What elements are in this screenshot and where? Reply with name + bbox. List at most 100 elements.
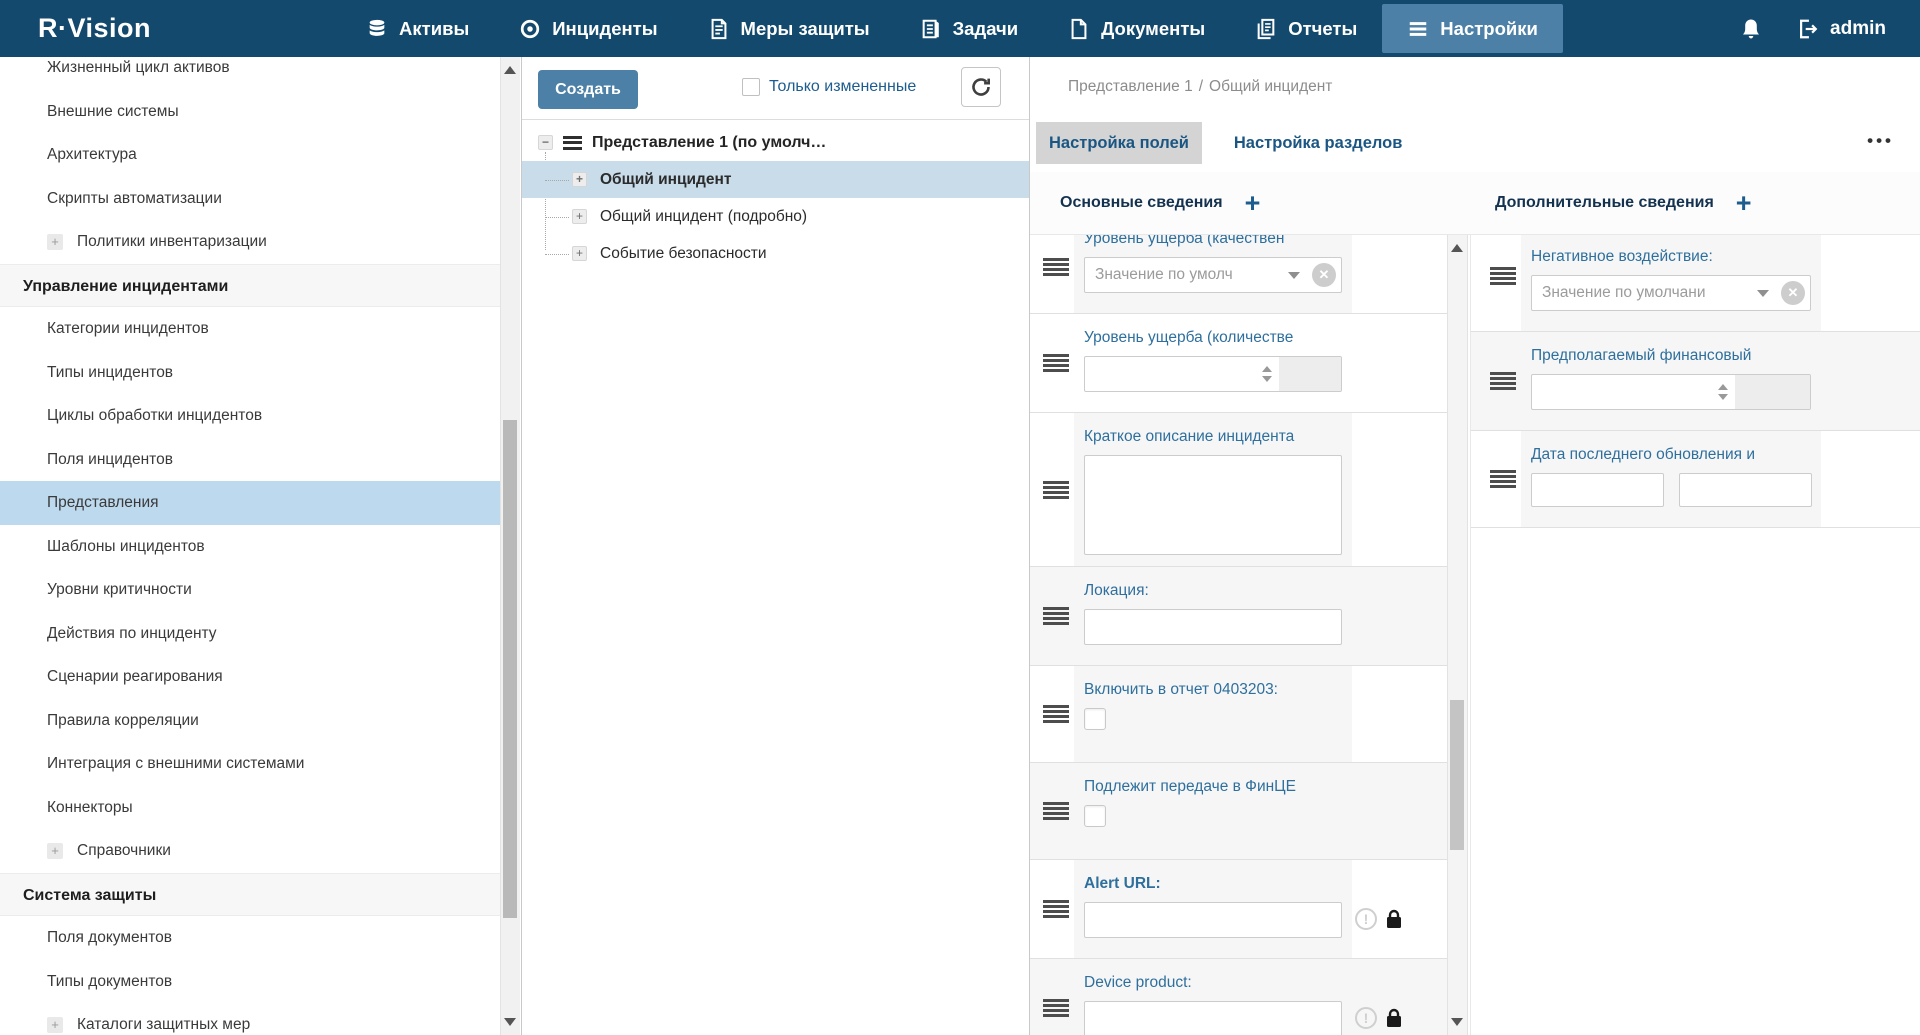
default-value-select[interactable]: Значение по умолчани ✕ [1531,275,1811,311]
clear-value-icon[interactable]: ✕ [1781,281,1805,305]
only-changed-checkbox[interactable] [742,78,760,96]
drag-handle-icon[interactable] [1043,997,1069,1019]
scrollbar-thumb[interactable] [1450,700,1464,850]
refresh-button[interactable] [961,67,1001,107]
notifications-bell-icon[interactable] [1739,17,1763,41]
number-value-input[interactable] [1085,357,1255,391]
expand-plus-icon[interactable]: + [572,209,587,224]
sidebar-item-incident-fields[interactable]: Поля инцидентов [0,438,520,482]
create-button[interactable]: Создать [538,70,638,109]
sidebar-item-incident-cycles[interactable]: Циклы обработки инцидентов [0,394,520,438]
scroll-down-arrow[interactable] [1451,1018,1463,1026]
sidebar-item-document-types[interactable]: Типы документов [0,960,520,1004]
drag-handle-icon[interactable] [1043,479,1069,501]
refresh-icon [969,75,993,99]
sidebar-item-incident-templates[interactable]: Шаблоны инцидентов [0,525,520,569]
number-stepper[interactable] [1255,357,1279,391]
sidebar-section-protection-system[interactable]: Система защиты [0,873,520,917]
step-up-icon[interactable] [1718,384,1728,390]
drag-handle-icon[interactable] [1043,800,1069,822]
scroll-up-arrow[interactable] [504,66,516,74]
step-down-icon[interactable] [1718,394,1728,400]
default-value-select[interactable]: Значение по умолч ✕ [1084,257,1342,293]
sidebar-item-protection-catalogs[interactable]: + Каталоги защитных мер [0,1003,520,1035]
number-input[interactable] [1084,356,1342,392]
add-field-plus-icon[interactable]: + [1245,190,1261,217]
sidebar-item-incident-actions[interactable]: Действия по инциденту [0,612,520,656]
tree-node-common-incident[interactable]: + Общий инцидент [522,161,1029,198]
expand-plus-icon[interactable]: + [47,234,63,250]
tree-node-common-incident-detailed[interactable]: + Общий инцидент (подробно) [522,198,1029,235]
collapse-minus-icon[interactable]: − [538,135,553,150]
drag-handle-icon[interactable] [1043,605,1069,627]
tree-toolbar: Создать Только измененные [522,57,1029,120]
sidebar-item-correlation-rules[interactable]: Правила корреляции [0,699,520,743]
nav-item-reports[interactable]: Отчеты [1230,4,1382,53]
breadcrumb: Представление 1/Общий инцидент [1068,78,1332,96]
alert-url-input[interactable] [1084,902,1342,938]
sidebar-item-criticality-levels[interactable]: Уровни критичности [0,568,520,612]
add-field-plus-icon[interactable]: + [1736,190,1752,217]
sidebar-item-external-systems[interactable]: Внешние системы [0,90,520,134]
date-to-input[interactable] [1679,473,1812,507]
expand-plus-icon[interactable]: + [572,246,587,261]
sidebar-item-response-scenarios[interactable]: Сценарии реагирования [0,655,520,699]
number-value-input[interactable] [1532,375,1711,409]
sidebar-item-architecture[interactable]: Архитектура [0,133,520,177]
sidebar-item-document-fields[interactable]: Поля документов [0,916,520,960]
nav-item-settings[interactable]: Настройки [1382,4,1563,53]
fields-scrollbar[interactable] [1447,235,1468,1035]
drag-handle-icon[interactable] [1043,898,1069,920]
number-stepper[interactable] [1711,375,1735,409]
sidebar-scrollbar[interactable] [500,57,520,1035]
expand-plus-icon[interactable]: + [47,843,63,859]
drag-handle-icon[interactable] [1043,256,1069,278]
description-textarea[interactable] [1084,455,1342,555]
step-up-icon[interactable] [1262,366,1272,372]
more-options-icon[interactable]: ••• [1867,131,1894,151]
device-product-input[interactable] [1084,1001,1342,1035]
scrollbar-thumb[interactable] [503,420,517,918]
sidebar-section-incident-management[interactable]: Управление инцидентами [0,264,520,308]
nav-item-incidents[interactable]: Инциденты [494,4,682,53]
tree-node-security-event[interactable]: + Событие безопасности [522,235,1029,272]
expand-plus-icon[interactable]: + [47,1017,63,1033]
sidebar-item-automation-scripts[interactable]: Скрипты автоматизации [0,177,520,221]
drag-handle-icon[interactable] [1490,468,1516,490]
fields-area: Уровень ущерба (качествен Значение по ум… [1030,235,1920,1035]
tab-field-settings[interactable]: Настройка полей [1036,122,1202,164]
sidebar-item-incident-categories[interactable]: Категории инцидентов [0,307,520,351]
drag-handle-icon[interactable] [1043,703,1069,725]
nav-item-assets[interactable]: Активы [341,4,494,53]
drag-handle-icon[interactable] [1043,352,1069,374]
only-changed-filter[interactable]: Только измененные [742,78,916,96]
rvision-logo[interactable]: R·Vision [38,13,151,44]
number-input[interactable] [1531,374,1811,410]
step-down-icon[interactable] [1262,376,1272,382]
location-input[interactable] [1084,609,1342,645]
sidebar-item-external-integration[interactable]: Интеграция с внешними системами [0,742,520,786]
scroll-down-arrow[interactable] [504,1018,516,1026]
menu-icon [1407,18,1429,40]
sidebar-item-asset-lifecycle[interactable]: Жизненный цикл активов [0,57,520,90]
scroll-up-arrow[interactable] [1451,244,1463,252]
include-report-checkbox[interactable] [1084,708,1106,730]
user-menu[interactable]: admin [1797,18,1886,40]
tab-section-settings[interactable]: Настройка разделов [1212,122,1424,164]
sidebar-item-inventory-policies[interactable]: + Политики инвентаризации [0,220,520,264]
date-from-input[interactable] [1531,473,1664,507]
sidebar-item-connectors[interactable]: Коннекторы [0,786,520,830]
drag-handle-icon[interactable] [1490,265,1516,287]
nav-item-tasks[interactable]: Задачи [895,4,1044,53]
sidebar-item-views[interactable]: Представления [0,481,520,525]
sidebar-item-directories[interactable]: + Справочники [0,829,520,873]
nav-item-measures[interactable]: Меры защиты [683,4,895,53]
nav-item-documents[interactable]: Документы [1043,4,1230,53]
sidebar-item-incident-types[interactable]: Типы инцидентов [0,351,520,395]
expand-plus-icon[interactable]: + [572,172,587,187]
date-range-inputs [1531,473,1811,507]
clear-value-icon[interactable]: ✕ [1312,263,1336,287]
drag-handle-icon[interactable] [1490,370,1516,392]
tree-root-view-1[interactable]: − Представление 1 (по умолч… [522,124,1029,161]
fincert-checkbox[interactable] [1084,805,1106,827]
